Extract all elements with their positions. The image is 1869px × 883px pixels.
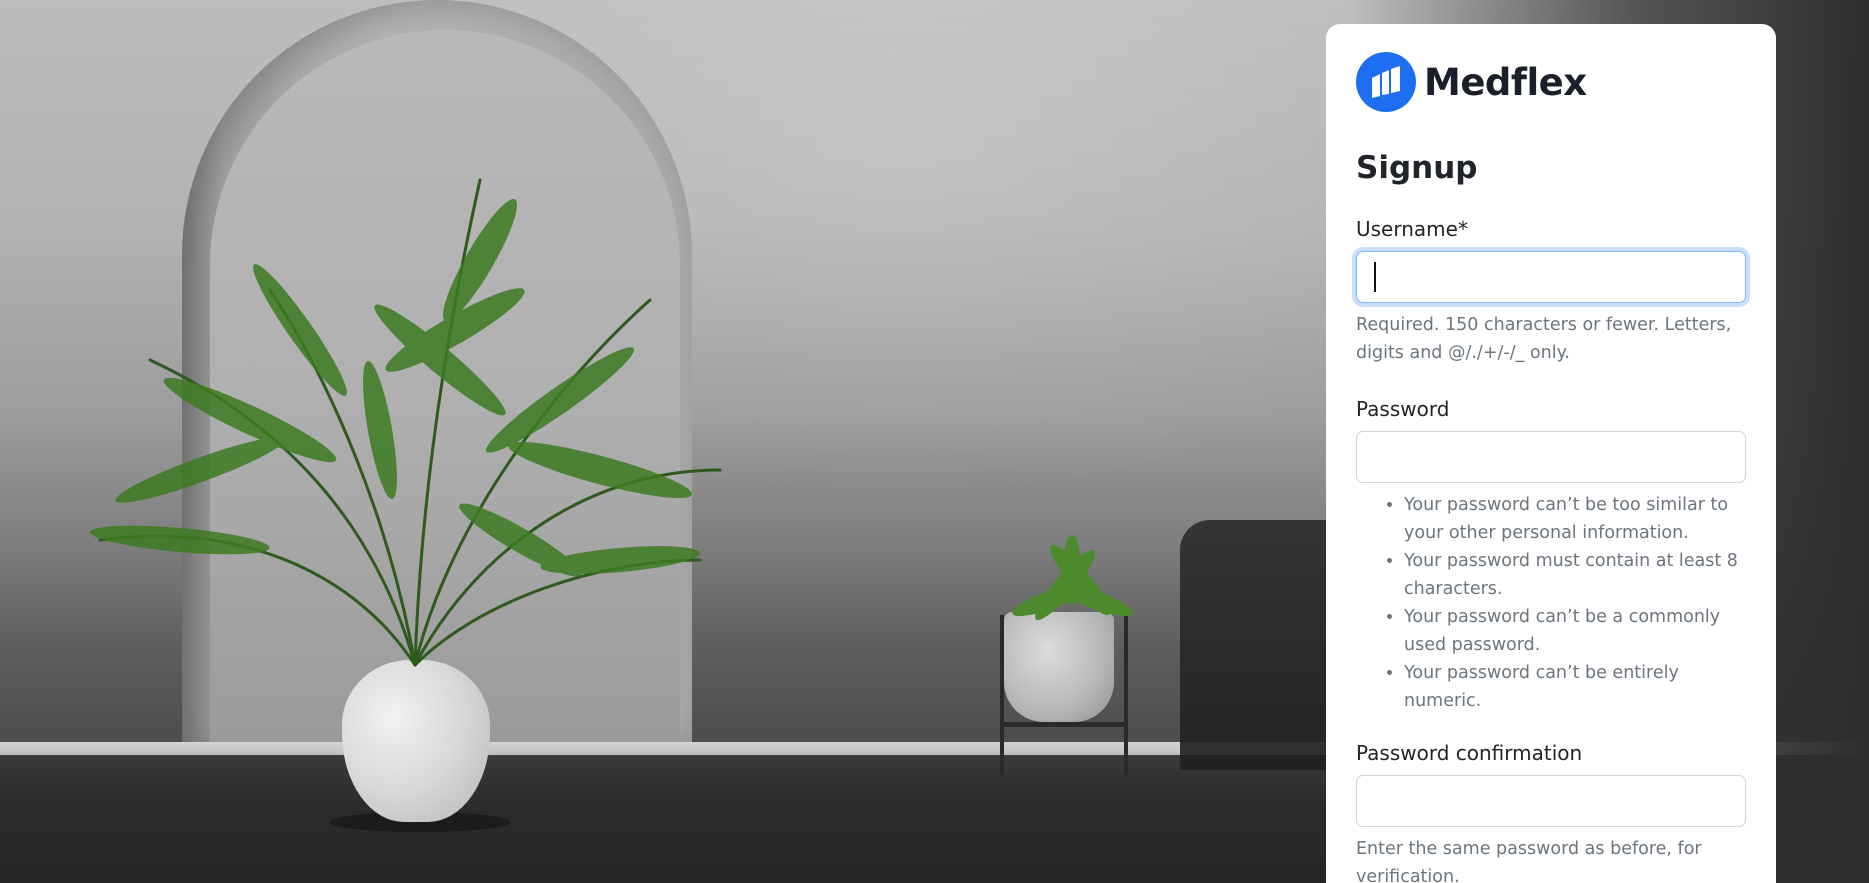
password-input[interactable]	[1356, 431, 1746, 484]
password-confirmation-help-text: Enter the same password as before, for v…	[1356, 839, 1702, 883]
brand-name: Medflex	[1424, 60, 1587, 104]
username-field-wrapper	[1356, 251, 1746, 304]
password-rule: Your password can’t be entirely numeric.	[1404, 659, 1746, 715]
background-arch-inner	[210, 30, 680, 750]
password-confirmation-input[interactable]	[1356, 775, 1746, 828]
signup-page: Medflex Signup Username* Required. 150 c…	[0, 0, 1869, 883]
page-title: Signup	[1356, 150, 1478, 186]
signup-form: Username* Required. 150 characters or fe…	[1356, 217, 1746, 883]
password-rule: Your password can’t be too similar to yo…	[1404, 491, 1746, 547]
username-help-text: Required. 150 characters or fewer. Lette…	[1356, 315, 1732, 364]
password-rule: Your password must contain at least 8 ch…	[1404, 547, 1746, 603]
signup-card: Medflex Signup Username* Required. 150 c…	[1326, 24, 1776, 883]
background-large-pot	[342, 660, 490, 822]
background-chair	[1180, 520, 1330, 770]
background-small-pot	[1004, 612, 1114, 722]
username-input[interactable]	[1356, 251, 1746, 304]
brand-header: Medflex	[1356, 52, 1746, 112]
password-rules-list: Your password can’t be too similar to yo…	[1356, 491, 1746, 715]
background-plant-stand-bar	[1000, 722, 1128, 727]
password-rule: Your password can’t be a commonly used p…	[1404, 603, 1746, 659]
text-caret	[1374, 262, 1376, 293]
medflex-logo-icon	[1356, 52, 1416, 112]
password-confirmation-label: Password confirmation	[1356, 741, 1583, 766]
password-label: Password	[1356, 397, 1450, 422]
username-label: Username*	[1356, 217, 1468, 242]
logo-mark-icon	[1372, 66, 1400, 98]
